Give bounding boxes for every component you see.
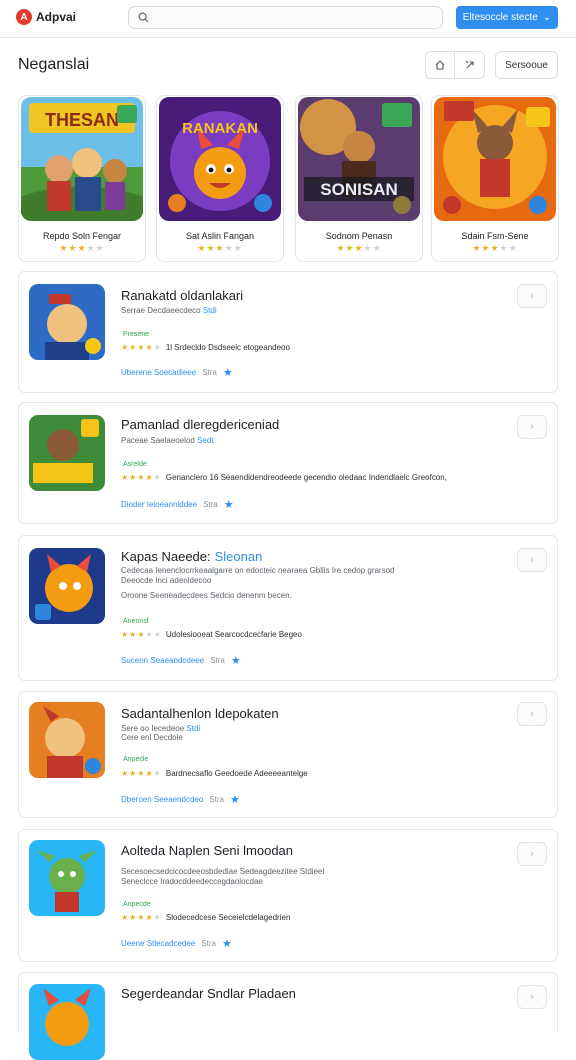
- featured-title: Sodnom Penasn: [325, 231, 393, 241]
- featured-title: Sat Aslin Fangan: [185, 231, 255, 241]
- item-subtitle: Sere oo Iecedeoe Stdi: [121, 724, 201, 733]
- item-category: Aneonsf: [123, 618, 149, 625]
- featured-card[interactable]: RANAKAN Sat Aslin Fangan ★★★★★: [156, 95, 284, 262]
- item-rating: ★★★★★ Slodecedcese Seceielcdelagedrien: [121, 913, 291, 922]
- rating-stars: ★★★★★: [472, 243, 518, 253]
- item-subtitle-2: Cere enl Decdole: [121, 733, 183, 742]
- item-subtitle-2: Seneclcce Iradocddeedeccegdaolocdae: [121, 877, 263, 886]
- item-link[interactable]: Sucenn Seaeandcdeee Stra ★: [121, 654, 241, 667]
- featured-game-art: RANAKAN: [159, 97, 281, 221]
- item-link[interactable]: Uberene Soecadieee Stra ★: [121, 366, 233, 379]
- home-button[interactable]: [425, 51, 455, 79]
- star-icon: ★: [221, 938, 232, 950]
- item-category: Anpecle: [123, 756, 149, 763]
- item-rating: ★★★★★ Bardnecsaflo Geedoede Adeeeeantelge: [121, 769, 308, 778]
- chevron-right-icon: ›: [530, 290, 534, 302]
- item-title: Segerdeandar Sndlar Pladaen: [121, 986, 296, 1001]
- item-link[interactable]: Ueene Stlecadcedee Stra ★: [121, 937, 232, 950]
- open-button[interactable]: ›: [517, 415, 547, 439]
- game-thumbnail: [29, 415, 105, 491]
- star-icon: ★: [229, 794, 240, 806]
- rating-stars: ★★★★★: [121, 343, 162, 352]
- logo-text: Adpvai: [36, 10, 77, 24]
- item-subtitle-2: Deeocde Inci adenldecoo: [121, 576, 212, 585]
- rating-stars: ★★★★★: [121, 913, 162, 922]
- featured-game-art: SONISAN: [298, 97, 420, 221]
- item-rating: ★★★★★ Genanclero 16 Seaendidendreodeede g…: [121, 473, 447, 482]
- logo-icon: A: [16, 9, 32, 25]
- item-title: Ranakatd oldanlakari: [121, 288, 244, 303]
- rating-stars: ★★★★★: [121, 769, 162, 778]
- item-link[interactable]: Dioder Ieioeannlddee Stra ★: [121, 498, 234, 511]
- list-item[interactable]: Ranakatd oldanlakari Serrae Decdaeecdeco…: [18, 271, 558, 393]
- primary-cta-button[interactable]: Eltesoccle stecte ⌄: [456, 6, 558, 29]
- open-button[interactable]: ›: [517, 985, 547, 1009]
- page-title: Neganslai: [18, 56, 90, 73]
- top-bar: A Adpvai Eltesoccle stecte ⌄: [0, 0, 576, 38]
- cta-label: Eltesoccle stecte: [462, 12, 538, 23]
- featured-art-banner: THESAN: [45, 110, 119, 130]
- featured-title: Sdain Fsm-Sene: [461, 231, 529, 241]
- chevron-right-icon: ›: [530, 554, 534, 566]
- item-subtitle: Serrae Decdaeecdeco Stdi: [121, 306, 217, 315]
- rating-stars: ★★★★★: [336, 243, 382, 253]
- star-icon: ★: [223, 499, 234, 511]
- open-button[interactable]: ›: [517, 284, 547, 308]
- featured-game-art: THESAN: [21, 97, 143, 221]
- item-description: Oroone Seeneadecdees Sedcio denenm becen…: [121, 591, 292, 600]
- featured-card[interactable]: SONISAN Sodnom Penasn ★★★★★: [295, 95, 423, 262]
- item-subtitle: Cedecaa Ienenclocrrkeaalgarre on edoctei…: [121, 566, 395, 575]
- item-subtitle: Paceae Saelaeoelod Sedt: [121, 436, 214, 445]
- list-item[interactable]: Pamanlad dleregdericeniad Paceae Saelaeo…: [18, 402, 558, 524]
- game-thumbnail: [29, 984, 105, 1060]
- featured-art-banner: RANAKAN: [182, 120, 258, 137]
- list-item[interactable]: Segerdeandar Sndlar Pladaen ›: [18, 972, 558, 1060]
- game-thumbnail: [29, 284, 105, 360]
- chevron-right-icon: ›: [530, 848, 534, 860]
- game-thumbnail: [29, 548, 105, 624]
- chevron-right-icon: ›: [530, 991, 534, 1003]
- share-button[interactable]: [455, 51, 485, 79]
- item-title: Pamanlad dleregdericeniad: [121, 417, 280, 432]
- open-button[interactable]: ›: [517, 842, 547, 866]
- item-category: Anpecde: [123, 901, 151, 908]
- featured-row: THESAN Repdo Soln Fengar ★★★★★ RANAKAN S…: [18, 95, 559, 263]
- open-button[interactable]: ›: [517, 548, 547, 572]
- rating-stars: ★★★★★: [59, 243, 105, 253]
- list-item[interactable]: Aolteda Naplen Seni lmoodan Secesoecsedc…: [18, 829, 558, 962]
- featured-title: Repdo Soln Fengar: [42, 231, 122, 241]
- featured-game-art: [434, 97, 556, 221]
- star-icon: ★: [230, 655, 241, 667]
- featured-art-banner: SONISAN: [320, 180, 397, 199]
- chevron-right-icon: ›: [530, 708, 534, 720]
- star-icon: ★: [222, 367, 233, 379]
- share-icon: [465, 60, 474, 69]
- search-input[interactable]: [128, 6, 443, 29]
- game-thumbnail: [29, 840, 105, 916]
- item-title: Sadantalhenlon ldepokaten: [121, 706, 279, 721]
- chevron-down-icon: ⌄: [542, 12, 552, 23]
- list-item[interactable]: Sadantalhenlon ldepokaten Sere oo Iecede…: [18, 691, 558, 818]
- rating-stars: ★★★★★: [121, 630, 162, 639]
- rating-stars: ★★★★★: [121, 473, 162, 482]
- item-category: Asrelde: [123, 461, 147, 468]
- rating-stars: ★★★★★: [197, 243, 243, 253]
- item-subtitle: Secesoecsedcicocdeeosbdedlae Sedeagdeezi…: [121, 867, 325, 876]
- item-category: Presene: [123, 331, 150, 338]
- chevron-right-icon: ›: [530, 421, 534, 433]
- item-rating: ★★★★★ Udolesiooeat Searcocdcecfarie Begeo: [121, 630, 302, 639]
- open-button[interactable]: ›: [517, 702, 547, 726]
- featured-card[interactable]: Sdain Fsm-Sene ★★★★★: [431, 95, 559, 262]
- item-rating: ★★★★★ 1l Srdecldo Dsdseelc etogeandeoo: [121, 343, 290, 352]
- sort-button[interactable]: Sersooue: [495, 51, 558, 79]
- item-title: Kapas Naeede: Sleonan: [121, 549, 263, 564]
- game-thumbnail: [29, 702, 105, 778]
- item-link[interactable]: Dberoen Seeaendcdeo Stra ★: [121, 793, 240, 806]
- search-icon: [138, 12, 149, 23]
- home-icon: [435, 60, 445, 70]
- list-item[interactable]: Kapas Naeede: Sleonan Cedecaa Ienenclocrr…: [18, 535, 558, 681]
- featured-card[interactable]: THESAN Repdo Soln Fengar ★★★★★: [18, 95, 146, 262]
- item-title: Aolteda Naplen Seni lmoodan: [121, 843, 294, 858]
- app-logo[interactable]: A Adpvai: [16, 9, 76, 25]
